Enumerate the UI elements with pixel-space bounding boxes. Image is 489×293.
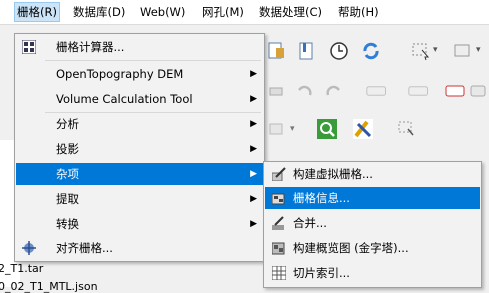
build-pyramids-icon — [272, 242, 285, 255]
menu-item-tile-index[interactable]: 切片索引... — [265, 262, 480, 284]
edit-tools-icon[interactable] — [352, 118, 374, 140]
menu-item-raster-calculator[interactable]: 栅格计算器... — [16, 36, 263, 58]
zoom-search-icon[interactable] — [316, 118, 338, 140]
build-virtual-raster-icon — [272, 167, 286, 181]
menu-item-projection[interactable]: 投影 ▶ — [16, 138, 263, 160]
chevron-down-icon[interactable]: ▾ — [476, 45, 481, 55]
chevron-down-icon[interactable]: ▾ — [290, 124, 295, 134]
submenu-arrow-icon: ▶ — [250, 94, 257, 104]
menu-item-build-pyramids[interactable]: 构建概览图 (金字塔)... — [265, 237, 480, 259]
menu-web[interactable]: Web(W) — [138, 3, 187, 21]
redo-icon[interactable] — [322, 80, 344, 102]
file-list-item[interactable]: 2_T1.tar — [0, 262, 43, 275]
menu-item-align-rasters[interactable]: 对齐栅格... — [16, 237, 263, 259]
menu-processing[interactable]: 数据处理(C) — [257, 3, 324, 21]
label-abc-icon[interactable] — [366, 80, 388, 102]
menu-help[interactable]: 帮助(H) — [336, 3, 381, 21]
menu-mesh[interactable]: 网孔(M) — [200, 3, 246, 21]
menu-item-analysis[interactable]: 分析 ▶ — [16, 113, 263, 135]
chevron-down-icon[interactable]: ▾ — [433, 45, 438, 55]
label-abc-color-icon[interactable] — [444, 80, 466, 102]
show-bookmarks-icon[interactable] — [296, 40, 318, 62]
menu-item-raster-info[interactable]: 栅格信息... — [265, 187, 480, 209]
menu-item-opentopography[interactable]: OpenTopography DEM ▶ — [16, 63, 263, 85]
tile-index-icon — [272, 266, 286, 280]
align-rasters-icon — [22, 241, 36, 255]
edit-node-icon[interactable] — [266, 80, 288, 102]
raster-info-icon — [272, 193, 285, 205]
menu-item-volume-calculation[interactable]: Volume Calculation Tool ▶ — [16, 88, 263, 110]
merge-icon — [272, 216, 284, 230]
deselect-icon[interactable] — [452, 40, 474, 62]
menu-item-conversion[interactable]: 转换 ▶ — [16, 213, 263, 235]
submenu-arrow-icon: ▶ — [250, 219, 257, 229]
submenu-arrow-icon: ▶ — [250, 69, 257, 79]
select-features-icon[interactable] — [410, 40, 432, 62]
grab-icon[interactable] — [266, 118, 288, 140]
menu-database[interactable]: 数据库(D) — [71, 3, 127, 21]
label-abc-icon[interactable] — [408, 80, 430, 102]
menu-item-build-virtual-raster[interactable]: 构建虚拟栅格... — [265, 163, 480, 185]
submenu-arrow-icon: ▶ — [250, 169, 257, 179]
submenu-arrow-icon: ▶ — [250, 144, 257, 154]
menu-bar: 栅格(R) 数据库(D) Web(W) 网孔(M) 数据处理(C) 帮助(H) — [0, 0, 489, 25]
new-bookmark-icon[interactable] — [266, 40, 288, 62]
menu-item-extraction[interactable]: 提取 ▶ — [16, 188, 263, 210]
raster-calculator-icon — [22, 40, 36, 54]
submenu-arrow-icon: ▶ — [250, 119, 257, 129]
menu-raster[interactable]: 栅格(R) — [14, 2, 60, 22]
submenu-arrow-icon: ▶ — [250, 194, 257, 204]
undo-icon[interactable] — [294, 80, 316, 102]
menu-item-merge[interactable]: 合并... — [265, 212, 480, 234]
raster-menu: 栅格计算器... OpenTopography DEM ▶ Volume Cal… — [14, 33, 265, 262]
select-by-rectangle-icon[interactable] — [396, 118, 418, 140]
refresh-icon[interactable] — [360, 40, 382, 62]
temporal-clock-icon[interactable] — [328, 40, 350, 62]
menu-separator — [45, 60, 261, 61]
label-pin-icon[interactable] — [468, 80, 489, 102]
menu-item-misc[interactable]: 杂项 ▶ — [16, 163, 263, 185]
misc-submenu: 构建虚拟栅格... 栅格信息... 合并... 构建概览图 (金字塔)... 切… — [263, 161, 482, 288]
